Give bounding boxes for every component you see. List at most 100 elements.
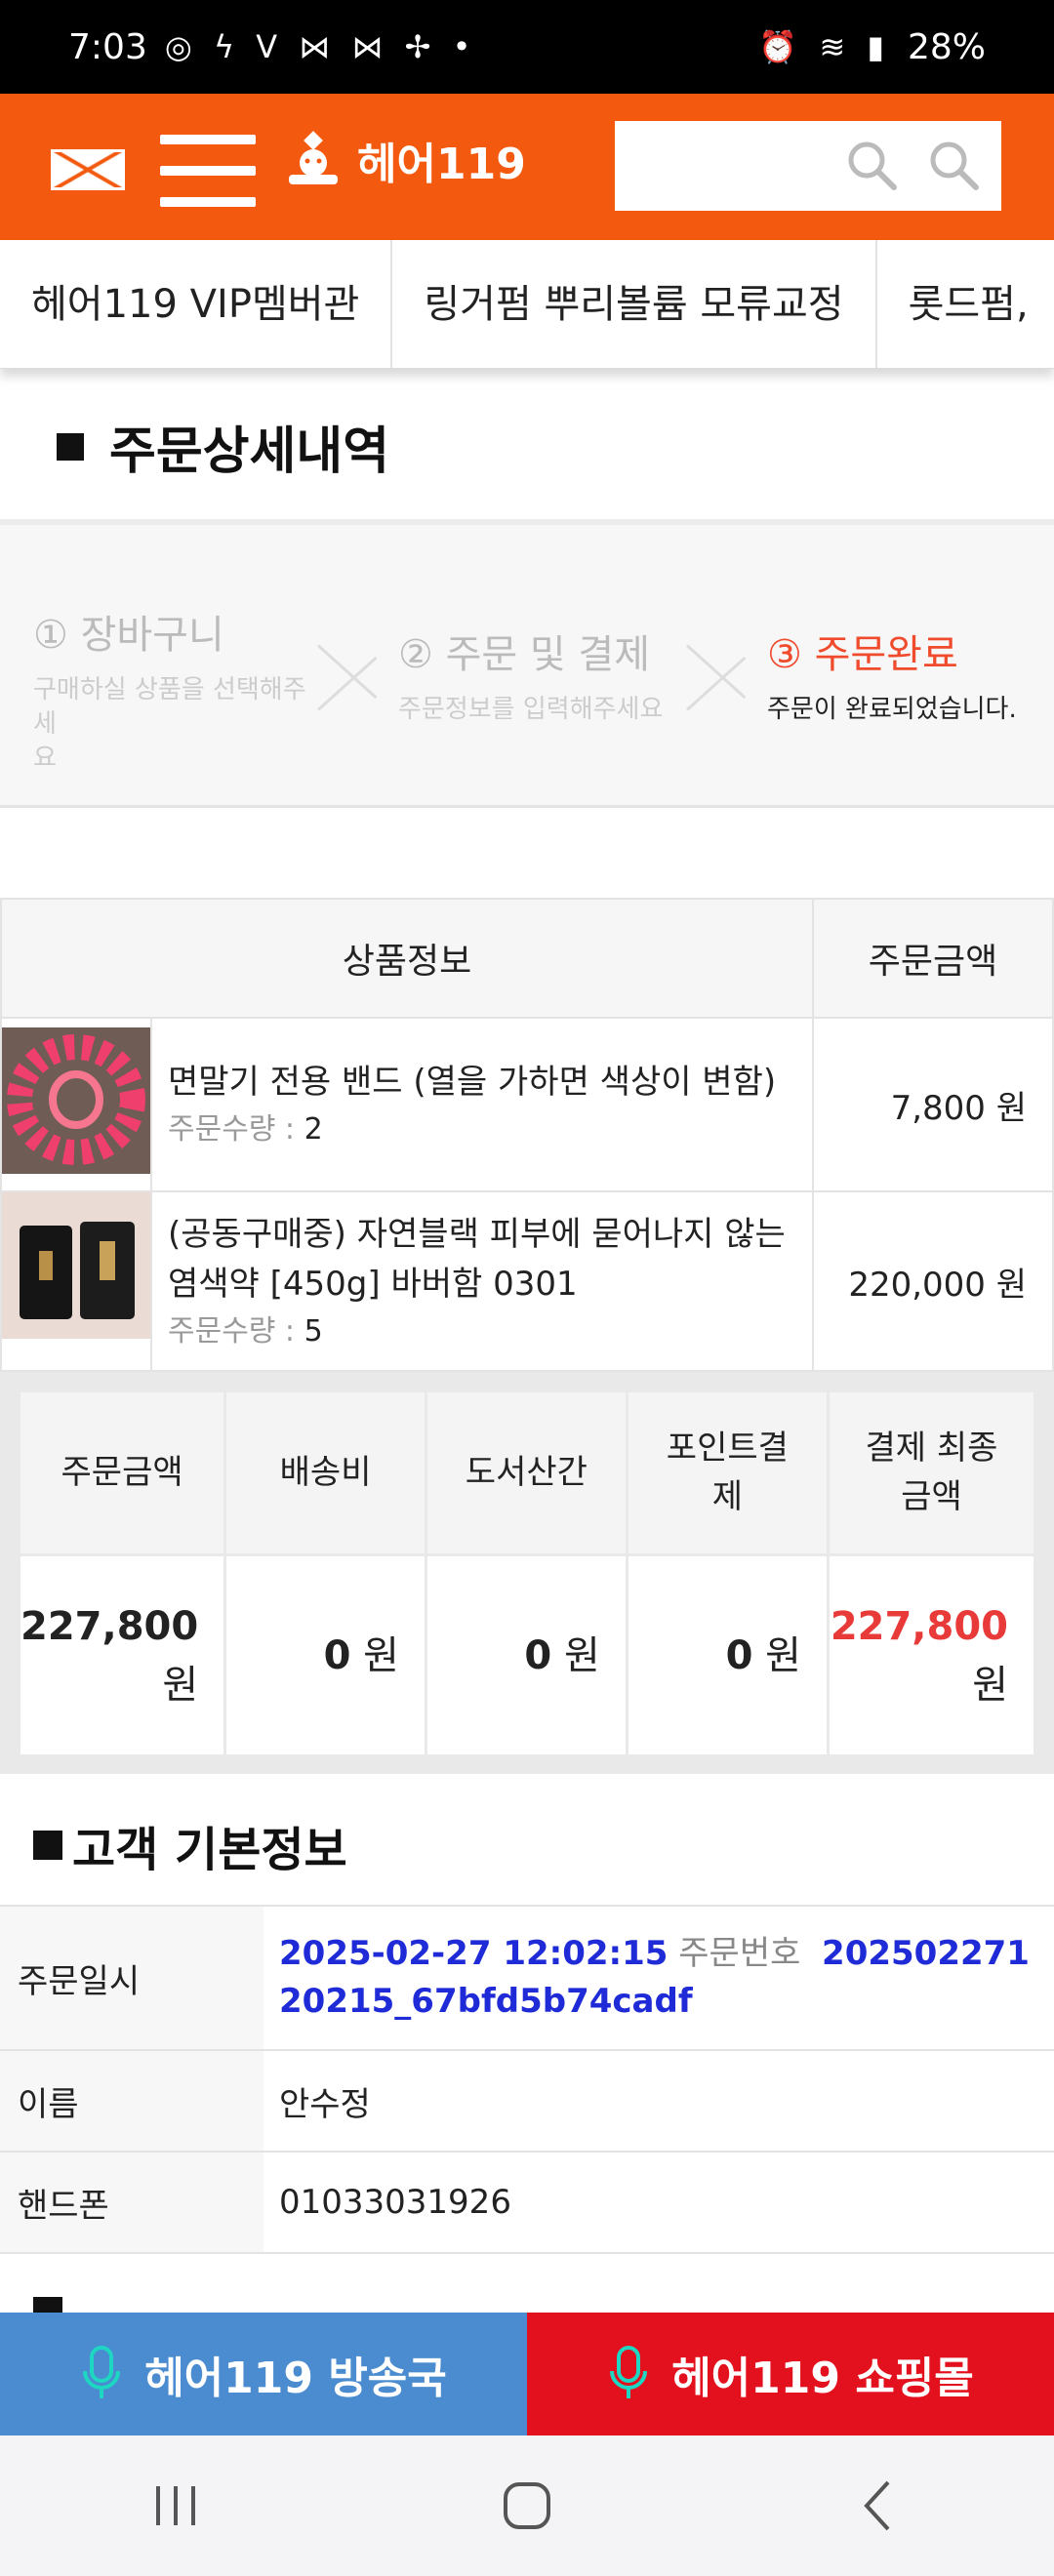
summary-value: 227,800: [20, 1603, 199, 1649]
step-payment-title: ② 주문 및 결제: [398, 632, 651, 677]
logo-text: 헤어119: [357, 140, 526, 189]
summary-order-amount: 227,800 원: [17, 1553, 227, 1757]
currency-unit: 원: [563, 1632, 600, 1678]
notification-icons: ◎ ϟ V ⋈ ⋈ ✢ •: [164, 28, 477, 65]
category-menu: 헤어119 VIP멤버관 링거펌 뿌리볼륨 모류교정 롯드펌,: [0, 240, 1054, 369]
summary-remote-area: 0 원: [424, 1553, 628, 1757]
menu-item-rod-perm[interactable]: 롯드펌,: [877, 240, 1054, 368]
header-product-info: 상품정보: [0, 898, 814, 1019]
customer-section-title: 고객 기본정보: [33, 1811, 347, 1879]
home-icon[interactable]: [488, 2467, 566, 2545]
menu-item-vip[interactable]: 헤어119 VIP멤버관: [0, 240, 393, 368]
mail-icon[interactable]: [51, 149, 125, 190]
currency-unit: 원: [972, 1662, 1008, 1708]
name-label: 이름: [0, 2049, 264, 2153]
step-cart-desc: 구매하실 상품을 선택해주세 요: [33, 675, 306, 774]
product-name[interactable]: (공동구매중) 자연블랙 피부에 묻어나지 않는 염색약 [450g] 바버함 …: [168, 1210, 796, 1309]
customer-info-table: 주문일시 2025-02-27 12:02:15 주문번호 2025022712…: [0, 1905, 1054, 2254]
order-steps: ① 장바구니 구매하실 상품을 선택해주세 요 ② 주문 및 결제 주문정보를 …: [0, 519, 1054, 808]
page-title-text: 주문상세내역: [109, 423, 390, 481]
logo[interactable]: 헤어119: [283, 129, 526, 191]
product-price: 220,000 원: [812, 1190, 1054, 1372]
summary-value: 0: [725, 1632, 753, 1678]
chevron-right-icon: [318, 613, 386, 740]
order-date-cell: 2025-02-27 12:02:15 주문번호 20250227120215_…: [264, 1905, 1054, 2051]
payment-summary: 주문금액 배송비 도서산간 포인트결제 결제 최종금액 227,800 원 0 원…: [0, 1372, 1054, 1774]
back-icon[interactable]: [839, 2467, 917, 2545]
quantity-value: 5: [304, 1313, 323, 1348]
table-row: 핸드폰 01033031926: [0, 2151, 1054, 2254]
summary-table: 주문금액 배송비 도서산간 포인트결제 결제 최종금액 227,800 원 0 원…: [17, 1389, 1037, 1757]
hair-band-image: [2, 1026, 150, 1174]
header-order-amount: 주문금액: [812, 898, 1054, 1019]
search-icon[interactable]: [845, 139, 900, 193]
product-image[interactable]: [0, 1017, 152, 1192]
app-header: 헤어119: [0, 94, 1054, 240]
broadcast-button[interactable]: 헤어119 방송국: [0, 2313, 527, 2435]
customer-name: 안수정: [264, 2049, 1054, 2153]
product-quantity: 주문수량 : 2: [168, 1107, 796, 1151]
search-icon[interactable]: [927, 139, 982, 193]
currency-unit: 원: [765, 1632, 801, 1678]
bottom-buttons: 헤어119 방송국 헤어119 쇼핑몰: [0, 2313, 1054, 2435]
system-nav-bar: [0, 2435, 1054, 2576]
menu-icon[interactable]: [160, 135, 256, 207]
search-input[interactable]: [628, 139, 824, 193]
summary-header-final-amount: 결제 최종금액: [826, 1389, 1037, 1556]
step-complete-title: ③ 주문완료: [767, 632, 958, 677]
table-row: 이름 안수정: [0, 2049, 1054, 2153]
table-row[interactable]: (공동구매중) 자연블랙 피부에 묻어나지 않는 염색약 [450g] 바버함 …: [0, 1190, 1054, 1372]
summary-value: 0: [323, 1632, 351, 1678]
table-row[interactable]: 면말기 전용 밴드 (열을 가하면 색상이 변함) 주문수량 : 2 7,800…: [0, 1017, 1054, 1192]
product-price: 7,800 원: [812, 1017, 1054, 1192]
product-info: 면말기 전용 밴드 (열을 가하면 색상이 변함) 주문수량 : 2: [150, 1017, 814, 1192]
customer-section-title-text: 고객 기본정보: [72, 1823, 347, 1877]
summary-points: 0 원: [625, 1553, 830, 1757]
step-cart-title: ① 장바구니: [33, 613, 224, 658]
shop-button[interactable]: 헤어119 쇼핑몰: [527, 2313, 1054, 2435]
summary-shipping: 0 원: [223, 1553, 427, 1757]
order-date: 2025-02-27 12:02:15: [279, 1933, 669, 1973]
menu-item-ringer-perm[interactable]: 링거펌 뿌리볼륨 모류교정: [392, 240, 877, 368]
summary-header-order-amount: 주문금액: [17, 1389, 227, 1556]
phone-label: 핸드폰: [0, 2151, 264, 2254]
product-info: (공동구매중) 자연블랙 피부에 묻어나지 않는 염색약 [450g] 바버함 …: [150, 1190, 814, 1372]
summary-header-shipping: 배송비: [223, 1389, 427, 1556]
currency-unit: 원: [363, 1632, 399, 1678]
battery-level: 28%: [907, 26, 986, 67]
logo-mascot-icon: [289, 131, 338, 184]
summary-final-amount: 227,800 원: [826, 1553, 1037, 1757]
product-table: 상품정보 주문금액 면말기 전용 밴드 (열을 가하면 색상이 변함) 주문수량…: [0, 898, 1054, 1372]
broadcast-label: 헤어119 방송국: [144, 2354, 447, 2403]
shop-label: 헤어119 쇼핑몰: [671, 2354, 974, 2403]
customer-phone: 01033031926: [264, 2151, 1054, 2254]
product-image[interactable]: [0, 1190, 152, 1372]
table-row: 주문일시 2025-02-27 12:02:15 주문번호 2025022712…: [0, 1905, 1054, 2051]
currency-unit: 원: [162, 1662, 199, 1708]
system-icons: ⏰ ≋ ▮: [758, 28, 890, 65]
page-title: 주문상세내역: [57, 410, 389, 483]
dye-package-image: [2, 1192, 150, 1339]
order-date-label: 주문일시: [0, 1905, 264, 2051]
quantity-label: 주문수량 :: [168, 1112, 304, 1147]
microphone-icon: [610, 2346, 648, 2398]
step-payment: ② 주문 및 결제 주문정보를 입력해주세요: [398, 623, 691, 727]
search-box: [615, 121, 1001, 211]
step-complete-desc: 주문이 완료되었습니다.: [767, 695, 1017, 724]
summary-header-remote-area: 도서산간: [424, 1389, 628, 1556]
step-payment-desc: 주문정보를 입력해주세요: [398, 695, 664, 724]
product-quantity: 주문수량 : 5: [168, 1309, 796, 1353]
product-name[interactable]: 면말기 전용 밴드 (열을 가하면 색상이 변함): [168, 1058, 796, 1107]
recent-apps-icon[interactable]: [137, 2467, 215, 2545]
step-complete: ③ 주문완료 주문이 완료되었습니다.: [767, 623, 1050, 727]
chevron-right-icon: [687, 613, 755, 740]
quantity-label: 주문수량 :: [168, 1313, 304, 1348]
bullet-square-icon: [33, 2297, 62, 2313]
summary-value: 0: [524, 1632, 552, 1678]
step-cart: ① 장바구니 구매하실 상품을 선택해주세 요: [33, 603, 326, 776]
bullet-square-icon: [33, 1831, 62, 1860]
quantity-value: 2: [304, 1112, 323, 1147]
order-number-label: 주문번호: [678, 1933, 801, 1973]
summary-header-points: 포인트결제: [625, 1389, 830, 1556]
microphone-icon: [83, 2346, 121, 2398]
